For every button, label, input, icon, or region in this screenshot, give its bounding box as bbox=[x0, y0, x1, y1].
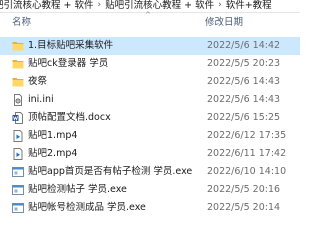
file-modified-date: 2022/5/5 20:23 bbox=[207, 58, 281, 69]
file-row[interactable]: 贴吧app首页是否有帖子检测 学员.exe 2022/6/10 14:10 bbox=[0, 163, 300, 181]
file-row[interactable]: 贴吧2.mp4 2022/6/11 17:42 bbox=[0, 145, 300, 163]
file-row[interactable]: 1.目标贴吧采集软件 2022/5/6 14:42 bbox=[0, 37, 300, 55]
breadcrumb-chevron-icon[interactable]: › bbox=[214, 0, 226, 11]
file-row[interactable]: 贴吧检测帖子 学员.exe 2022/5/5 20:16 bbox=[0, 181, 300, 199]
file-modified-date: 2022/5/5 20:16 bbox=[207, 184, 281, 195]
file-name: 1.目标贴吧采集软件 bbox=[28, 40, 114, 51]
folder-icon bbox=[12, 76, 24, 88]
folder-icon bbox=[12, 58, 24, 70]
settings-file-icon bbox=[12, 94, 24, 106]
sort-ascending-icon: ^ bbox=[145, 11, 151, 19]
file-modified-date: 2022/6/11 17:42 bbox=[207, 148, 287, 159]
file-name: 贴吧检测帖子 学员.exe bbox=[28, 184, 127, 195]
file-name: 夜祭 bbox=[28, 76, 48, 87]
file-modified-date: 2022/5/6 14:43 bbox=[207, 94, 281, 105]
file-row[interactable]: 顶帖配置文档.docx 2022/5/6 15:25 bbox=[0, 109, 300, 127]
file-modified-date: 2022/5/5 20:14 bbox=[207, 202, 281, 213]
file-name: 贴吧ck登录器 学员 bbox=[28, 58, 109, 69]
breadcrumb-item[interactable]: 贴吧引流核心教程 + 软件 bbox=[105, 0, 214, 11]
breadcrumb-chevron-icon[interactable]: › bbox=[94, 0, 106, 11]
column-header-name[interactable]: 名称 bbox=[12, 13, 31, 32]
file-row[interactable]: 夜祭 2022/5/6 14:43 bbox=[0, 73, 300, 91]
video-file-icon bbox=[12, 148, 24, 160]
word-doc-icon bbox=[12, 112, 24, 124]
file-list: 1.目标贴吧采集软件 2022/5/6 14:42 贴吧ck登录器 学员 2022/5… bbox=[0, 37, 300, 217]
file-name: 贴吧app首页是否有帖子检测 学员.exe bbox=[28, 166, 193, 177]
file-modified-date: 2022/6/12 17:35 bbox=[207, 130, 287, 141]
file-row[interactable]: 贴吧1.mp4 2022/6/12 17:35 bbox=[0, 127, 300, 145]
file-name: 顶帖配置文档.docx bbox=[28, 112, 111, 123]
file-row[interactable]: 贴吧帐号检测成品 学员.exe 2022/5/5 20:14 bbox=[0, 199, 300, 217]
file-name: 贴吧帐号检测成品 学员.exe bbox=[28, 202, 146, 213]
file-modified-date: 2022/6/10 14:10 bbox=[207, 166, 287, 177]
column-header-date[interactable]: 修改日期 bbox=[205, 13, 243, 32]
file-modified-date: 2022/5/6 15:25 bbox=[207, 112, 281, 123]
column-header-row: ^ 名称 修改日期 bbox=[0, 11, 300, 32]
file-name: 贴吧2.mp4 bbox=[28, 148, 78, 159]
file-modified-date: 2022/5/6 14:42 bbox=[207, 40, 281, 51]
video-file-icon bbox=[12, 130, 24, 142]
folder-icon bbox=[12, 40, 24, 52]
file-modified-date: 2022/5/6 14:43 bbox=[207, 76, 281, 87]
breadcrumb-item[interactable]: 吧引流核心教程 + 软件 bbox=[0, 0, 94, 11]
file-name: ini.ini bbox=[28, 94, 54, 105]
file-row[interactable]: ini.ini 2022/5/6 14:43 bbox=[0, 91, 300, 109]
file-name: 贴吧1.mp4 bbox=[28, 130, 78, 141]
exe-app-icon bbox=[12, 202, 24, 214]
exe-app-icon bbox=[12, 184, 24, 196]
file-row[interactable]: 贴吧ck登录器 学员 2022/5/5 20:23 bbox=[0, 55, 300, 73]
exe-app-icon bbox=[12, 166, 24, 178]
breadcrumb-item-current[interactable]: 软件+教程 bbox=[226, 0, 272, 11]
